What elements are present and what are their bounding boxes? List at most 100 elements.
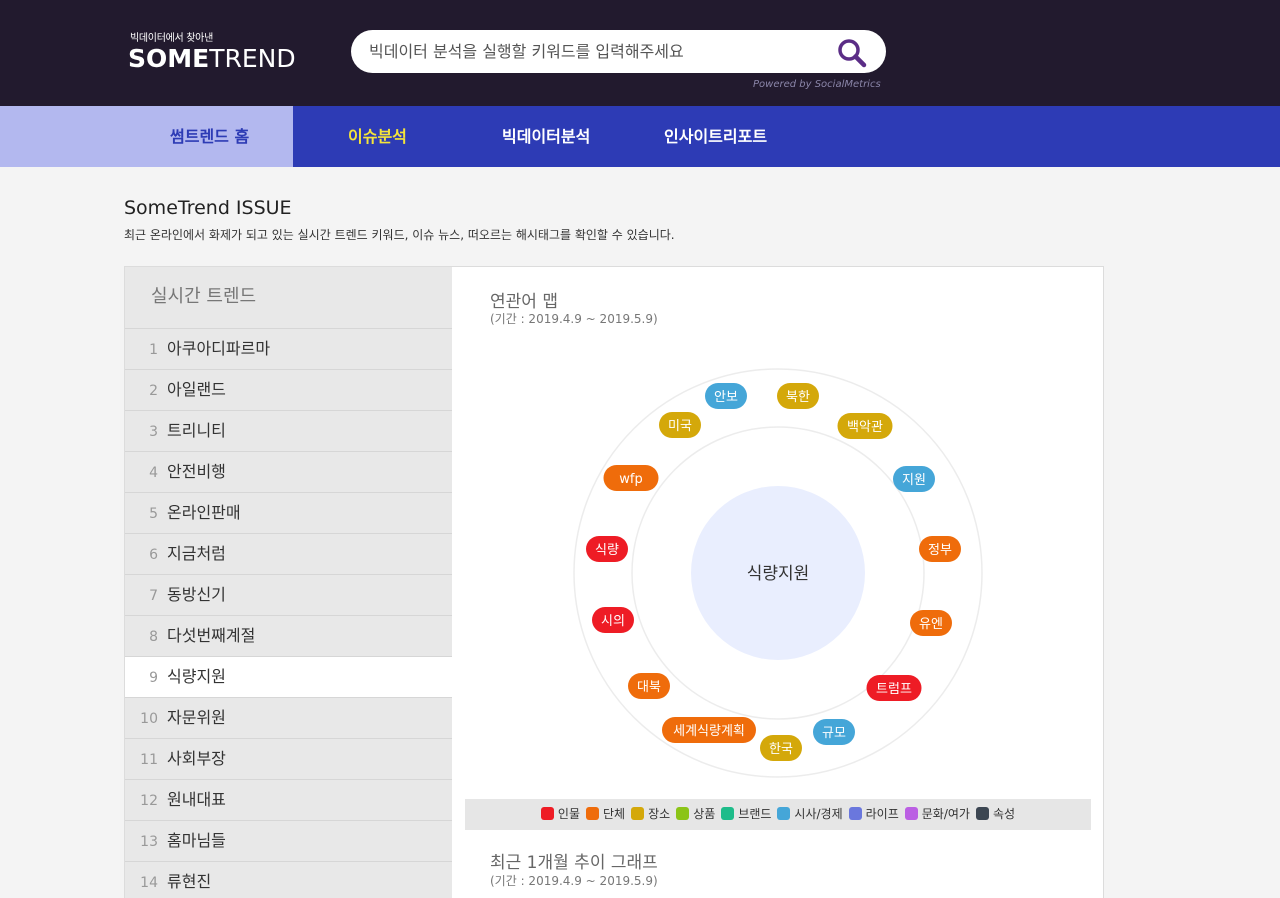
trend-keyword: 사회부장: [167, 749, 226, 768]
related-word-label: 정부: [928, 543, 952, 558]
trend-rank: 11: [140, 752, 158, 768]
trend-item[interactable]: 12 원내대표: [125, 780, 452, 821]
related-word-label: 유엔: [919, 617, 943, 632]
trend-rank: 3: [149, 424, 158, 440]
related-word-pill[interactable]: 시의: [592, 607, 634, 633]
trend-item[interactable]: 2 아일랜드: [125, 370, 452, 411]
legend-item: 시사/경제: [777, 799, 843, 830]
related-word-label: 시의: [601, 614, 625, 629]
trend-keyword: 원내대표: [167, 790, 226, 809]
related-word-label: 규모: [822, 726, 846, 741]
trend-keyword: 류현진: [167, 872, 212, 891]
legend-label: 라이프: [865, 807, 899, 821]
main-nav: 썸트렌드 홈 이슈분석 빅데이터분석 인사이트리포트: [0, 106, 1280, 167]
trend-rank: 12: [140, 793, 158, 809]
legend-item: 상품: [676, 799, 715, 830]
trend-rank: 6: [149, 547, 158, 563]
nav-insight-report[interactable]: 인사이트리포트: [664, 106, 767, 167]
related-word-pill[interactable]: 안보: [705, 383, 747, 409]
related-word-pill[interactable]: 트럼프: [866, 675, 922, 701]
trend-keyword: 자문위원: [167, 708, 226, 727]
trend-keyword: 지금처럼: [167, 544, 226, 563]
legend-swatch: [676, 807, 690, 820]
related-word-pill[interactable]: 미국: [659, 412, 701, 438]
related-word-pill[interactable]: 한국: [760, 735, 802, 761]
related-word-pill[interactable]: 대북: [628, 673, 670, 699]
legend-swatch: [975, 807, 989, 820]
related-word-label: 트럼프: [876, 682, 912, 697]
trend-rank: 4: [149, 465, 158, 481]
trend-item[interactable]: 9 식량지원: [125, 657, 452, 698]
trend-item[interactable]: 13 홈마님들: [125, 821, 452, 862]
trend-keyword: 아일랜드: [167, 380, 226, 399]
related-word-pill[interactable]: 지원: [893, 466, 935, 492]
trend-rank: 14: [140, 875, 158, 891]
trend-rank: 7: [149, 588, 158, 604]
related-word-pill[interactable]: wfp: [603, 465, 659, 491]
trend-item[interactable]: 4 안전비행: [125, 452, 452, 493]
related-word-pill[interactable]: 북한: [777, 383, 819, 409]
trend-rank: 1: [149, 342, 158, 358]
related-word-label: 대북: [637, 680, 661, 695]
page-description: 최근 온라인에서 화제가 되고 있는 실시간 트렌드 키워드, 이슈 뉴스, 떠…: [124, 228, 675, 242]
legend-swatch: [586, 807, 600, 820]
realtime-trend-list: 실시간 트렌드 1 아쿠아디파르마 2 아일랜드 3 트리니티 4 안전비행 5 온라인판매 6 지금…: [125, 267, 452, 898]
legend-label: 문화/여가: [921, 807, 970, 821]
legend-swatch: [848, 807, 862, 820]
trend-items: 1 아쿠아디파르마 2 아일랜드 3 트리니티 4 안전비행 5 온라인판매 6 지금처럼 7 동방신기 8…: [125, 329, 452, 898]
related-word-label: 식량: [595, 543, 619, 558]
legend-item: 브랜드: [721, 799, 771, 830]
trend-graph-title: 최근 1개월 추이 그래프: [490, 853, 658, 873]
trend-item[interactable]: 7 동방신기: [125, 575, 452, 616]
trend-rank: 10: [140, 711, 158, 727]
related-word-label: wfp: [619, 472, 642, 487]
related-word-pill[interactable]: 유엔: [910, 610, 952, 636]
related-word-pill[interactable]: 세계식량계획: [662, 717, 756, 743]
nav-home[interactable]: 썸트렌드 홈: [170, 106, 249, 167]
trend-keyword: 홈마님들: [167, 831, 226, 850]
legend-item: 단체: [586, 799, 625, 830]
nav-home-area: 썸트렌드 홈: [0, 106, 293, 167]
logo-subtitle: 빅데이터에서 찾아낸: [130, 33, 213, 44]
issue-panel: 실시간 트렌드 1 아쿠아디파르마 2 아일랜드 3 트리니티 4 안전비행 5 온라인판매 6 지금…: [124, 266, 1104, 898]
search-bar: [351, 30, 886, 73]
legend-label: 단체: [603, 807, 626, 821]
related-word-pill[interactable]: 규모: [813, 719, 855, 745]
related-word-label: 한국: [769, 742, 793, 757]
trend-item[interactable]: 3 트리니티: [125, 411, 452, 452]
trend-item[interactable]: 10 자문위원: [125, 698, 452, 739]
related-word-label: 지원: [902, 473, 926, 488]
trend-rank: 5: [149, 506, 158, 522]
legend-item: 인물: [540, 799, 581, 830]
trend-keyword: 온라인판매: [167, 503, 241, 522]
legend-item: 장소: [631, 799, 670, 830]
legend-label: 속성: [992, 807, 1016, 821]
legend-label: 인물: [557, 807, 581, 821]
powered-by: Powered by SocialMetrics: [753, 79, 881, 90]
related-word-pill[interactable]: 식량: [586, 536, 628, 562]
legend-swatch: [777, 807, 791, 820]
legend-swatch: [904, 807, 918, 820]
related-word-pill[interactable]: 백악관: [837, 413, 893, 439]
logo-some: SOME: [128, 44, 210, 73]
trend-item[interactable]: 8 다섯번째계절: [125, 616, 452, 657]
search-input[interactable]: [369, 30, 819, 73]
legend-swatch: [540, 807, 554, 820]
trend-rank: 2: [149, 383, 158, 399]
related-word-label: 북한: [786, 390, 810, 405]
category-legend: 인물 단체 장소 상품 브랜드 시사/경제 라이프 문화/여가 속성: [465, 799, 1091, 830]
trend-keyword: 트리니티: [167, 421, 226, 440]
logo-trend: TREND: [209, 44, 296, 73]
trend-item[interactable]: 11 사회부장: [125, 739, 452, 780]
legend-swatch: [631, 807, 645, 820]
trend-item[interactable]: 5 온라인판매: [125, 493, 452, 534]
nav-issue-analysis[interactable]: 이슈분석: [348, 106, 407, 167]
trend-item[interactable]: 6 지금처럼: [125, 534, 452, 575]
trend-item[interactable]: 14 류현진: [125, 862, 452, 898]
search-icon[interactable]: [836, 37, 868, 69]
related-word-pill[interactable]: 정부: [919, 536, 961, 562]
nav-bigdata-analysis[interactable]: 빅데이터분석: [502, 106, 590, 167]
trend-item[interactable]: 1 아쿠아디파르마: [125, 329, 452, 370]
logo[interactable]: SOMETREND: [128, 44, 296, 73]
related-word-label: 미국: [668, 419, 692, 434]
